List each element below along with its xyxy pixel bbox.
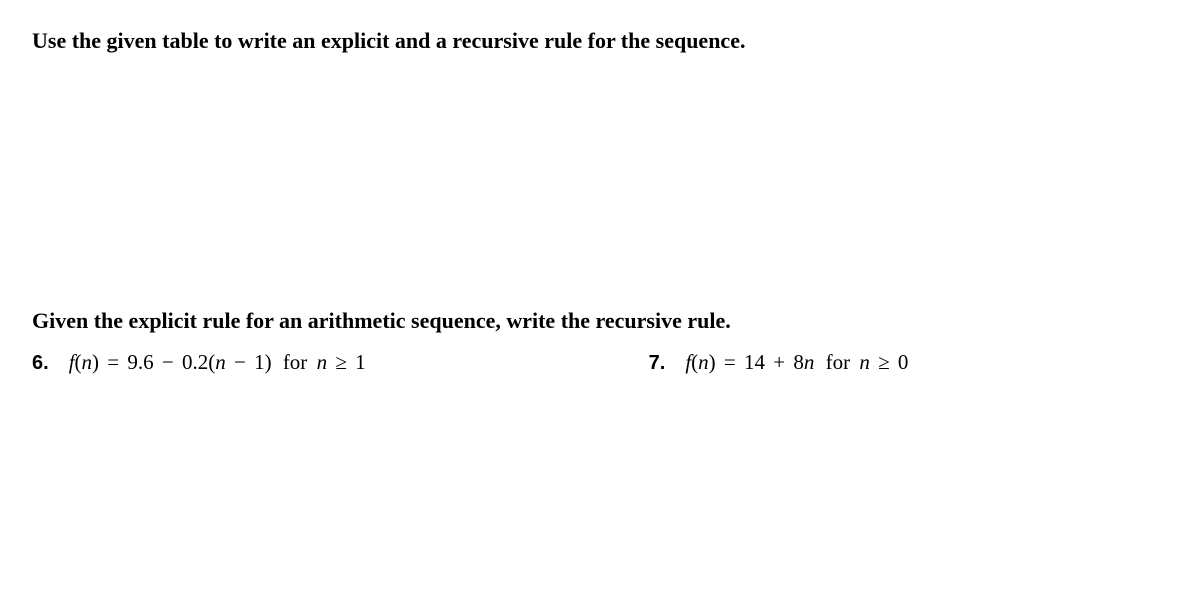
instruction-table: Use the given table to write an explicit… [32,28,1168,54]
problem-number-7: 7. [649,352,666,375]
const-b: 8 [793,350,804,374]
equals: = [107,350,119,374]
instruction-explicit-to-recursive: Given the explicit rule for an arithmeti… [32,308,1168,334]
const-a: 14 [744,350,765,374]
close-paren: ) [709,350,716,374]
problem-7-expression: f(n) = 14 + 8n for n ≥ 0 [685,350,908,375]
ge-symbol: ≥ [878,350,890,374]
close-paren-2: ) [265,350,272,374]
problem-6-expression: f(n) = 9.6 − 0.2(n − 1) for n ≥ 1 [69,350,366,375]
problem-number-6: 6. [32,352,49,375]
problem-7: 7. f(n) = 14 + 8n for n ≥ 0 [589,350,1168,375]
const-b: 0.2 [182,350,208,374]
const-a: 9.6 [127,350,153,374]
const-one: 1 [254,350,265,374]
cond-val: 0 [898,350,909,374]
arg-n: n [698,350,709,374]
problems-row: 6. f(n) = 9.6 − 0.2(n − 1) for n ≥ 1 7. … [32,350,1168,375]
minus-2: − [234,350,246,374]
cond-var: n [859,350,870,374]
ge-symbol: ≥ [335,350,347,374]
cond-val: 1 [355,350,366,374]
open-paren: ( [75,350,82,374]
equals: = [724,350,736,374]
for-word: for [283,350,308,374]
close-paren: ) [92,350,99,374]
plus: + [773,350,785,374]
minus: − [162,350,174,374]
cond-var: n [317,350,328,374]
arg-n-2: n [215,350,226,374]
var-n: n [804,350,815,374]
arg-n: n [82,350,93,374]
for-word: for [826,350,851,374]
problem-6: 6. f(n) = 9.6 − 0.2(n − 1) for n ≥ 1 [32,350,589,375]
